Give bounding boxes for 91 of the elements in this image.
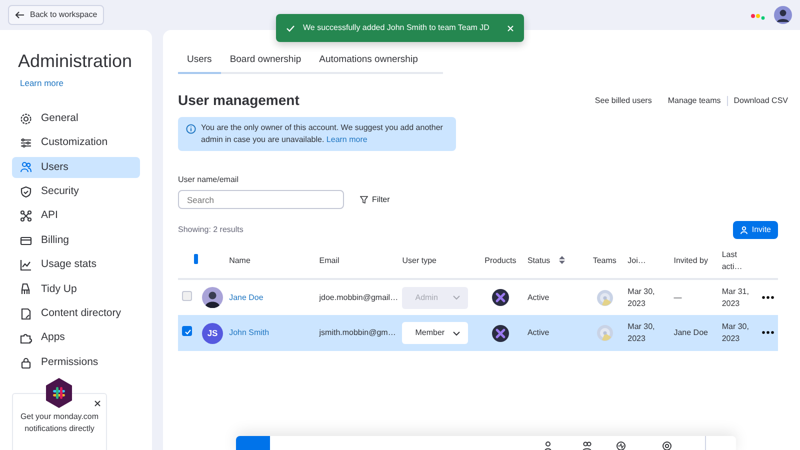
learn-more-link[interactable]: Learn more: [326, 135, 368, 144]
column-header: Email: [319, 256, 340, 265]
document-icon: [20, 308, 32, 320]
info-icon: [186, 124, 196, 134]
info-text: You are the only owner of this account. We suggest you add another admin in case you are unavailable. Learn more: [201, 122, 444, 146]
learn-more-link[interactable]: Learn more: [20, 77, 64, 90]
more-icon[interactable]: [762, 296, 774, 299]
sidebar-item[interactable]: General: [12, 108, 140, 130]
arrow-left-icon: [15, 11, 25, 19]
filter-button[interactable]: Filter: [360, 194, 390, 206]
broom-icon: [20, 283, 32, 296]
sidebar-item[interactable]: Billing: [12, 230, 140, 252]
product-icon: [492, 324, 509, 342]
puzzle-icon: [20, 332, 32, 344]
date-cell: Mar 30, 2023: [628, 322, 655, 344]
app-tile[interactable]: [236, 436, 270, 450]
header-link[interactable]: Manage teams: [668, 94, 721, 107]
mention-icon[interactable]: [662, 441, 672, 450]
team-avatar: [596, 290, 613, 306]
activity-icon[interactable]: [616, 441, 626, 450]
team-avatar: [596, 325, 613, 342]
chevron-down-icon: [453, 295, 460, 300]
sidebar-item[interactable]: Tidy Up: [12, 278, 140, 300]
product-icon: [492, 289, 509, 306]
nodes-icon: [20, 210, 32, 222]
invited-by-cell: —: [674, 292, 682, 302]
field-label: User name/email: [178, 174, 240, 186]
tab[interactable]: Users: [178, 50, 221, 74]
popup-text: Get your monday.com notifications directly: [19, 411, 100, 434]
sidebar-item[interactable]: API: [12, 206, 140, 227]
slack-icon: [45, 378, 73, 408]
tab[interactable]: Automations ownership: [310, 50, 427, 74]
invited-by-cell: Jane Doe: [674, 328, 708, 338]
chevron-down-icon: [453, 330, 460, 336]
page-title: User management: [178, 92, 300, 110]
search-field[interactable]: Search: [178, 190, 344, 210]
header-link[interactable]: See billed users: [594, 94, 652, 107]
gear-icon: [20, 112, 32, 125]
email-cell: jsmith.mobbin@gm…: [319, 328, 396, 338]
email-cell: jdoe.mobbin@gmail…: [319, 292, 398, 302]
row-checkbox[interactable]: [182, 326, 192, 336]
sidebar-item[interactable]: Apps: [12, 328, 140, 349]
header-link[interactable]: Download CSV: [734, 94, 788, 107]
status-cell: Active: [527, 292, 550, 302]
column-header: User type: [402, 256, 436, 265]
column-header: Name: [229, 256, 250, 265]
users-icon[interactable]: [582, 441, 592, 450]
users-icon: [20, 161, 32, 174]
back-button[interactable]: Back to workspace: [8, 5, 104, 25]
date-cell: Mar 31, 2023: [722, 286, 749, 308]
results-count: Showing: 2 results: [178, 224, 244, 236]
user-type-dropdown: Admin: [402, 286, 468, 309]
column-header: Joi…: [628, 256, 646, 265]
sidebar-item[interactable]: Content directory: [12, 303, 140, 324]
person-icon[interactable]: [544, 441, 552, 450]
lock-icon: [20, 356, 32, 369]
column-header: Status: [527, 256, 550, 265]
row-checkbox[interactable]: [182, 290, 192, 301]
sidebar-title: Administration: [18, 50, 132, 73]
select-all-checkbox[interactable]: [194, 254, 198, 264]
user-avatar: JS: [202, 322, 224, 344]
sliders-icon: [20, 137, 32, 150]
user-avatar: [202, 287, 224, 308]
column-header: Teams: [592, 256, 616, 265]
sort-icon[interactable]: [559, 256, 566, 264]
user-name-link[interactable]: Jane Doe: [229, 292, 264, 302]
status-cell: Active: [527, 328, 550, 338]
chart-icon: [20, 258, 32, 271]
card-icon: [20, 234, 32, 247]
column-header: Invited by: [674, 256, 708, 265]
tab[interactable]: Board ownership: [220, 50, 310, 74]
date-cell: Mar 30, 2023: [628, 286, 655, 308]
sidebar-item[interactable]: Users: [12, 156, 140, 178]
invite-button[interactable]: Invite: [732, 221, 778, 240]
user-name-link[interactable]: John Smith: [229, 328, 270, 338]
close-icon[interactable]: [94, 400, 101, 407]
toast-message: We successfully added John Smith to team Team JD: [303, 22, 490, 34]
user-type-dropdown[interactable]: Member: [402, 322, 468, 344]
user-avatar[interactable]: [774, 6, 792, 24]
filter-icon: [360, 196, 368, 204]
sidebar-item[interactable]: Customization: [12, 132, 140, 154]
person-icon: [740, 226, 748, 234]
more-icon[interactable]: [762, 331, 774, 334]
date-cell: Mar 30, 2023: [722, 322, 749, 344]
shield-icon: [20, 186, 32, 198]
sidebar-item[interactable]: Usage stats: [12, 254, 140, 276]
check-icon: [286, 24, 295, 32]
column-header: Last acti…: [722, 250, 742, 271]
sidebar-item[interactable]: Permissions: [12, 352, 140, 374]
column-header: Products: [484, 256, 516, 265]
sidebar-item[interactable]: Security: [12, 181, 140, 202]
